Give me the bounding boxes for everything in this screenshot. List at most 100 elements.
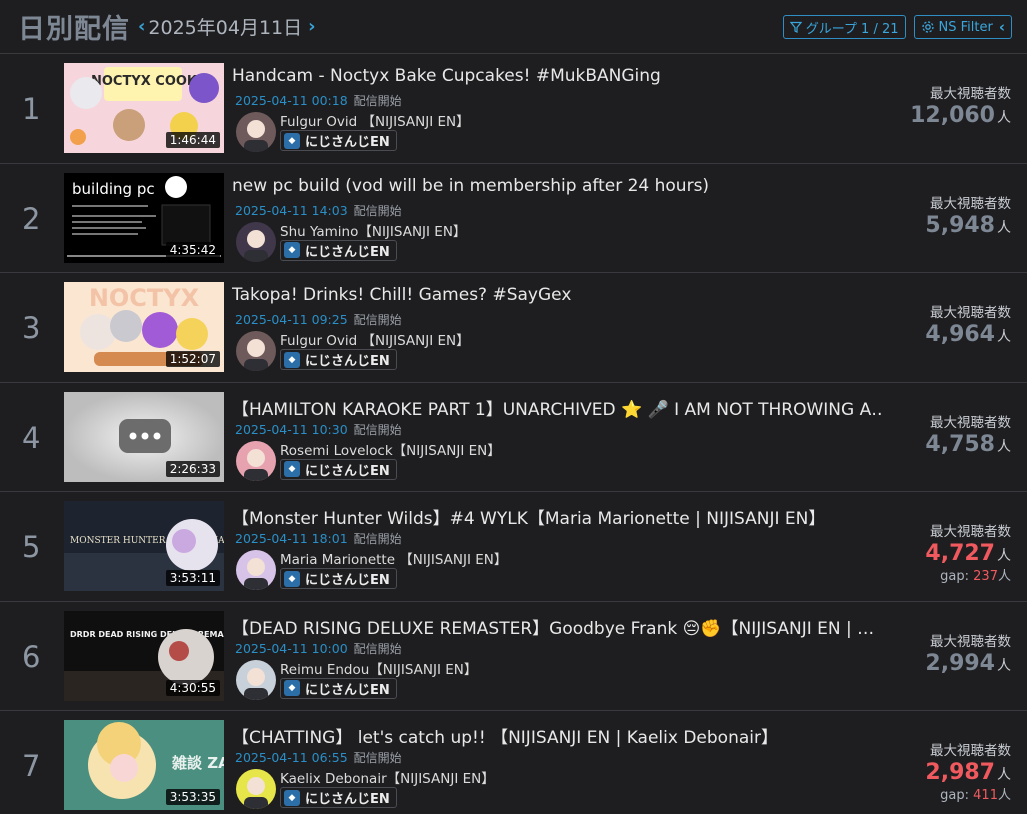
stream-start-label: 配信開始: [353, 422, 402, 437]
max-viewers-number: 2,987: [925, 760, 995, 785]
channel-avatar[interactable]: [236, 112, 276, 152]
channel-name[interactable]: Kaelix Debonair【NIJISANJI EN】: [280, 767, 495, 787]
duration-badge: 3:53:11: [165, 570, 220, 586]
stream-start-time: 2025-04-11 18:01: [235, 531, 348, 546]
next-day-chevron-icon[interactable]: ›: [308, 16, 315, 37]
duration-badge: 4:35:42: [165, 241, 220, 258]
stream-thumbnail[interactable]: NOCTYX COOK 1:46:44: [64, 63, 224, 153]
group-badge[interactable]: ◆ にじさんじEN: [280, 568, 397, 589]
stream-title[interactable]: new pc build (vod will be in membership …: [232, 176, 709, 196]
stream-start-label: 配信開始: [353, 641, 402, 656]
stream-start-time: 2025-04-11 10:00: [235, 640, 348, 656]
unit-label: 人: [997, 657, 1011, 674]
channel-avatar[interactable]: [236, 221, 276, 262]
duration-badge: 1:46:44: [165, 132, 220, 148]
group-badge[interactable]: ◆ にじさんじEN: [280, 677, 397, 699]
max-viewers-label: 最大視聴者数: [930, 86, 1011, 102]
chevron-left-icon: ‹: [998, 18, 1005, 36]
header-actions: グループ 1 / 21 NS Filter ‹: [782, 15, 1012, 39]
unit-label: 人: [997, 548, 1011, 564]
viewer-stats: 最大視聴者数 5,948 人: [925, 192, 1011, 238]
viewer-stats: 最大視聴者数 4,758 人: [925, 411, 1011, 457]
stream-thumbnail[interactable]: building pc 4:35:42: [64, 172, 224, 263]
gap-unit: 人: [997, 788, 1011, 803]
channel-name[interactable]: Shu Yamino【NIJISANJI EN】: [280, 220, 466, 240]
unit-label: 人: [997, 219, 1011, 236]
stream-thumbnail[interactable]: MONSTER HUNTER WILDS CHAPTER 33:53:11: [64, 501, 224, 591]
duration-badge: 1:52:07: [165, 351, 220, 367]
channel-name[interactable]: Fulgur Ovid 【NIJISANJI EN】: [280, 329, 470, 349]
viewer-gap: gap: 411人: [925, 784, 1011, 803]
stream-start-label: 配信開始: [353, 532, 402, 546]
stream-title[interactable]: 【DEAD RISING DELUXE REMASTER】Goodbye Fra…: [232, 614, 874, 639]
stream-meta: 2025-04-11 10:30 配信開始: [235, 421, 402, 438]
channel-name[interactable]: Rosemi Lovelock【NIJISANJI EN】: [280, 439, 501, 459]
stream-row[interactable]: 7 雑談 ZATSU 3:53:35 【CHATTING】 let's catch u…: [0, 711, 1027, 814]
stream-row[interactable]: 3 NOCTYX 1:52:07 Takopa! Drinks! Chill! Gam…: [0, 273, 1027, 383]
stream-start-label: 配信開始: [353, 313, 402, 327]
stream-thumbnail[interactable]: DRDR DEAD RISING DELUXE REMASTER #34:30:…: [64, 610, 224, 701]
funnel-icon: [789, 21, 802, 33]
group-badge[interactable]: ◆ にじさんじEN: [280, 787, 397, 808]
stream-thumbnail[interactable]: 2:26:33: [64, 391, 224, 482]
ns-filter-label: NS Filter: [938, 19, 993, 35]
stream-meta: 2025-04-11 10:00 配信開始: [235, 640, 402, 657]
max-viewers-value: 12,060 人: [910, 103, 1011, 128]
gear-icon: [921, 21, 934, 33]
group-button-label: グループ 1 / 21: [805, 21, 899, 37]
max-viewers-value: 2,994 人: [925, 651, 1011, 676]
max-viewers-label: 最大視聴者数: [930, 414, 1011, 431]
channel-avatar[interactable]: [236, 769, 276, 809]
channel-avatar[interactable]: [236, 659, 276, 700]
stream-meta: 2025-04-11 06:55 配信開始: [235, 749, 402, 766]
stream-row[interactable]: 5 MONSTER HUNTER WILDS CHAPTER 33:53:11 【M…: [0, 492, 1027, 602]
stream-start-label: 配信開始: [353, 751, 402, 765]
group-badge-label: にじさんじEN: [305, 792, 390, 807]
duration-badge: 4:30:55: [165, 679, 220, 696]
stream-title[interactable]: Takopa! Drinks! Chill! Games? #SayGex: [232, 285, 571, 305]
channel-avatar[interactable]: [236, 440, 276, 481]
stream-thumbnail[interactable]: 雑談 ZATSU 3:53:35: [64, 720, 224, 810]
channel-avatar[interactable]: [236, 550, 276, 590]
group-badge-label: にじさんじEN: [305, 135, 390, 150]
viewer-stats: 最大視聴者数 2,994 人: [925, 630, 1011, 676]
group-logo-icon: ◆: [284, 242, 300, 258]
max-viewers-number: 4,964: [925, 322, 995, 347]
max-viewers-value: 5,948 人: [925, 213, 1011, 238]
group-logo-icon: ◆: [284, 789, 300, 806]
group-badge[interactable]: ◆ にじさんじEN: [280, 130, 397, 151]
channel-name[interactable]: Reimu Endou【NIJISANJI EN】: [280, 658, 477, 678]
stream-row[interactable]: 6 DRDR DEAD RISING DELUXE REMASTER #34:30…: [0, 602, 1027, 711]
stream-thumbnail[interactable]: NOCTYX 1:52:07: [64, 282, 224, 372]
stream-row[interactable]: 2 building pc 4:35:42 new pc build (vod wil…: [0, 164, 1027, 273]
stream-start-time: 2025-04-11 00:18: [235, 93, 348, 108]
stream-row[interactable]: 4 2:26:33 【HAMILTON KARAOKE PART 1】UNARCHI…: [0, 383, 1027, 492]
channel-name[interactable]: Fulgur Ovid 【NIJISANJI EN】: [280, 110, 470, 130]
stream-title[interactable]: 【HAMILTON KARAOKE PART 1】UNARCHIVED ⭐ 🎤 …: [232, 395, 882, 420]
group-button[interactable]: グループ 1 / 21: [782, 15, 906, 39]
prev-day-chevron-icon[interactable]: ‹: [138, 16, 145, 37]
group-badge[interactable]: ◆ にじさんじEN: [280, 239, 397, 261]
stream-title[interactable]: Handcam - Noctyx Bake Cupcakes! #MukBANG…: [232, 66, 661, 86]
stream-row[interactable]: 1 NOCTYX COOK 1:46:44 Handcam - Noctyx Bake…: [0, 54, 1027, 164]
max-viewers-value: 4,727 人: [925, 541, 1011, 566]
max-viewers-number: 4,727: [925, 541, 995, 566]
max-viewers-label: 最大視聴者数: [930, 743, 1011, 759]
max-viewers-label: 最大視聴者数: [930, 195, 1011, 212]
stream-title[interactable]: 【Monster Hunter Wilds】#4 WYLK【Maria Mari…: [232, 504, 825, 529]
stream-start-time: 2025-04-11 14:03: [235, 202, 348, 218]
group-badge[interactable]: ◆ にじさんじEN: [280, 349, 397, 370]
gap-value: 411: [973, 788, 998, 803]
stream-title[interactable]: 【CHATTING】 let's catch up!! 【NIJISANJI E…: [232, 723, 778, 748]
unit-label: 人: [997, 110, 1011, 126]
channel-avatar[interactable]: [236, 331, 276, 371]
viewer-stats: 最大視聴者数 4,727 人 gap: 237人: [925, 520, 1011, 584]
channel-name[interactable]: Maria Marionette 【NIJISANJI EN】: [280, 548, 507, 568]
max-viewers-label: 最大視聴者数: [930, 305, 1011, 321]
duration-badge: 3:53:35: [165, 789, 220, 805]
ns-filter-button[interactable]: NS Filter ‹: [913, 15, 1012, 39]
group-badge[interactable]: ◆ にじさんじEN: [280, 458, 397, 480]
stream-meta: 2025-04-11 09:25 配信開始: [235, 311, 402, 328]
gap-label: gap:: [940, 569, 974, 584]
group-logo-icon: ◆: [284, 132, 300, 149]
